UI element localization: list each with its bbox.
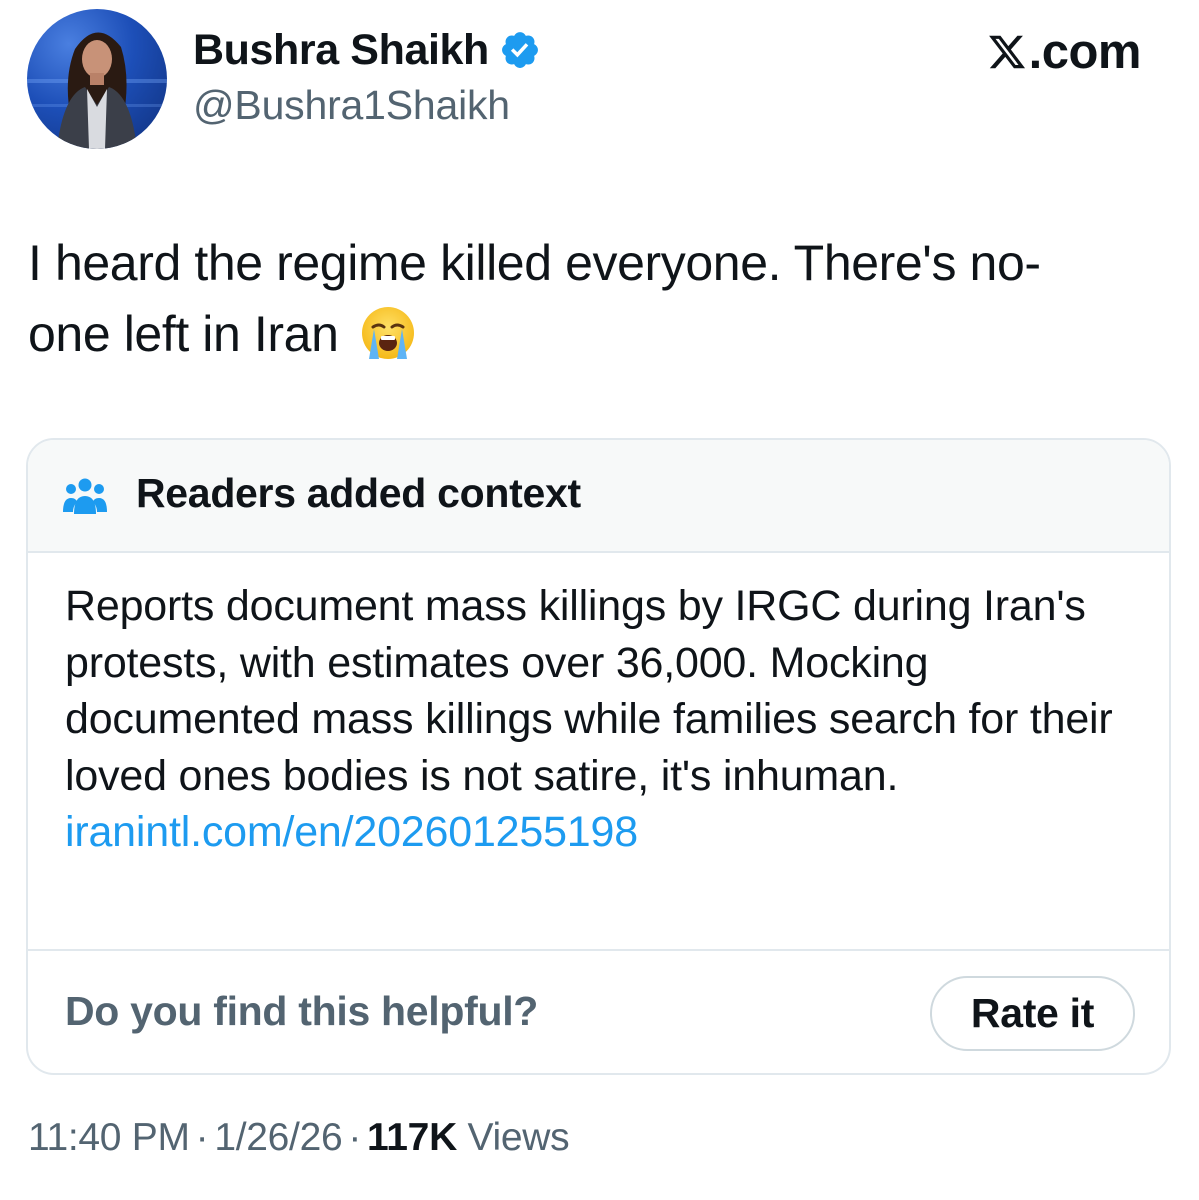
community-note-text: Reports document mass killings by IRGC d…: [65, 582, 1113, 800]
tweet-text-line-1: I heard the regime killed everyone. Ther…: [28, 235, 1041, 291]
views-count[interactable]: 117K: [367, 1116, 457, 1159]
tweet-text: I heard the regime killed everyone. Ther…: [28, 228, 1158, 370]
views-label[interactable]: Views: [467, 1116, 569, 1159]
logo-domain-text: .com: [1028, 25, 1142, 79]
avatar[interactable]: [27, 9, 167, 149]
tweet-text-line-2: one left in Iran: [28, 299, 1158, 370]
people-icon: [63, 476, 107, 516]
community-note-card: Readers added context Reports document m…: [26, 438, 1171, 1075]
tweet-meta: 11:40 PM · 1/26/26 · 117K Views: [28, 1116, 570, 1160]
community-note-body: Reports document mass killings by IRGC d…: [65, 578, 1145, 861]
rate-it-button[interactable]: Rate it: [930, 976, 1135, 1051]
community-note-source-link[interactable]: iranintl.com/en/202601255198: [65, 804, 1145, 861]
community-note-title: Readers added context: [136, 470, 581, 516]
divider: [28, 949, 1169, 951]
x-logo-icon: [987, 31, 1027, 73]
helpful-question-text: Do you find this helpful?: [65, 988, 539, 1034]
loudly-crying-face-emoji-icon: [360, 305, 416, 361]
tweet-time[interactable]: 11:40 PM: [28, 1116, 190, 1159]
x-com-logo: .com: [987, 22, 1142, 82]
community-note-header[interactable]: Readers added context: [28, 440, 1169, 553]
verified-badge-icon: [499, 29, 541, 71]
author-handle[interactable]: @Bushra1Shaikh: [193, 82, 510, 129]
meta-separator: ·: [195, 1116, 209, 1159]
author-display-name[interactable]: Bushra Shaikh: [193, 26, 489, 75]
avatar-photo: [27, 32, 167, 149]
tweet-text-line-2-text: one left in Iran: [28, 306, 339, 362]
meta-separator: ·: [348, 1116, 362, 1159]
author-name-row[interactable]: Bushra Shaikh: [193, 22, 541, 78]
tweet-date[interactable]: 1/26/26: [214, 1116, 342, 1159]
